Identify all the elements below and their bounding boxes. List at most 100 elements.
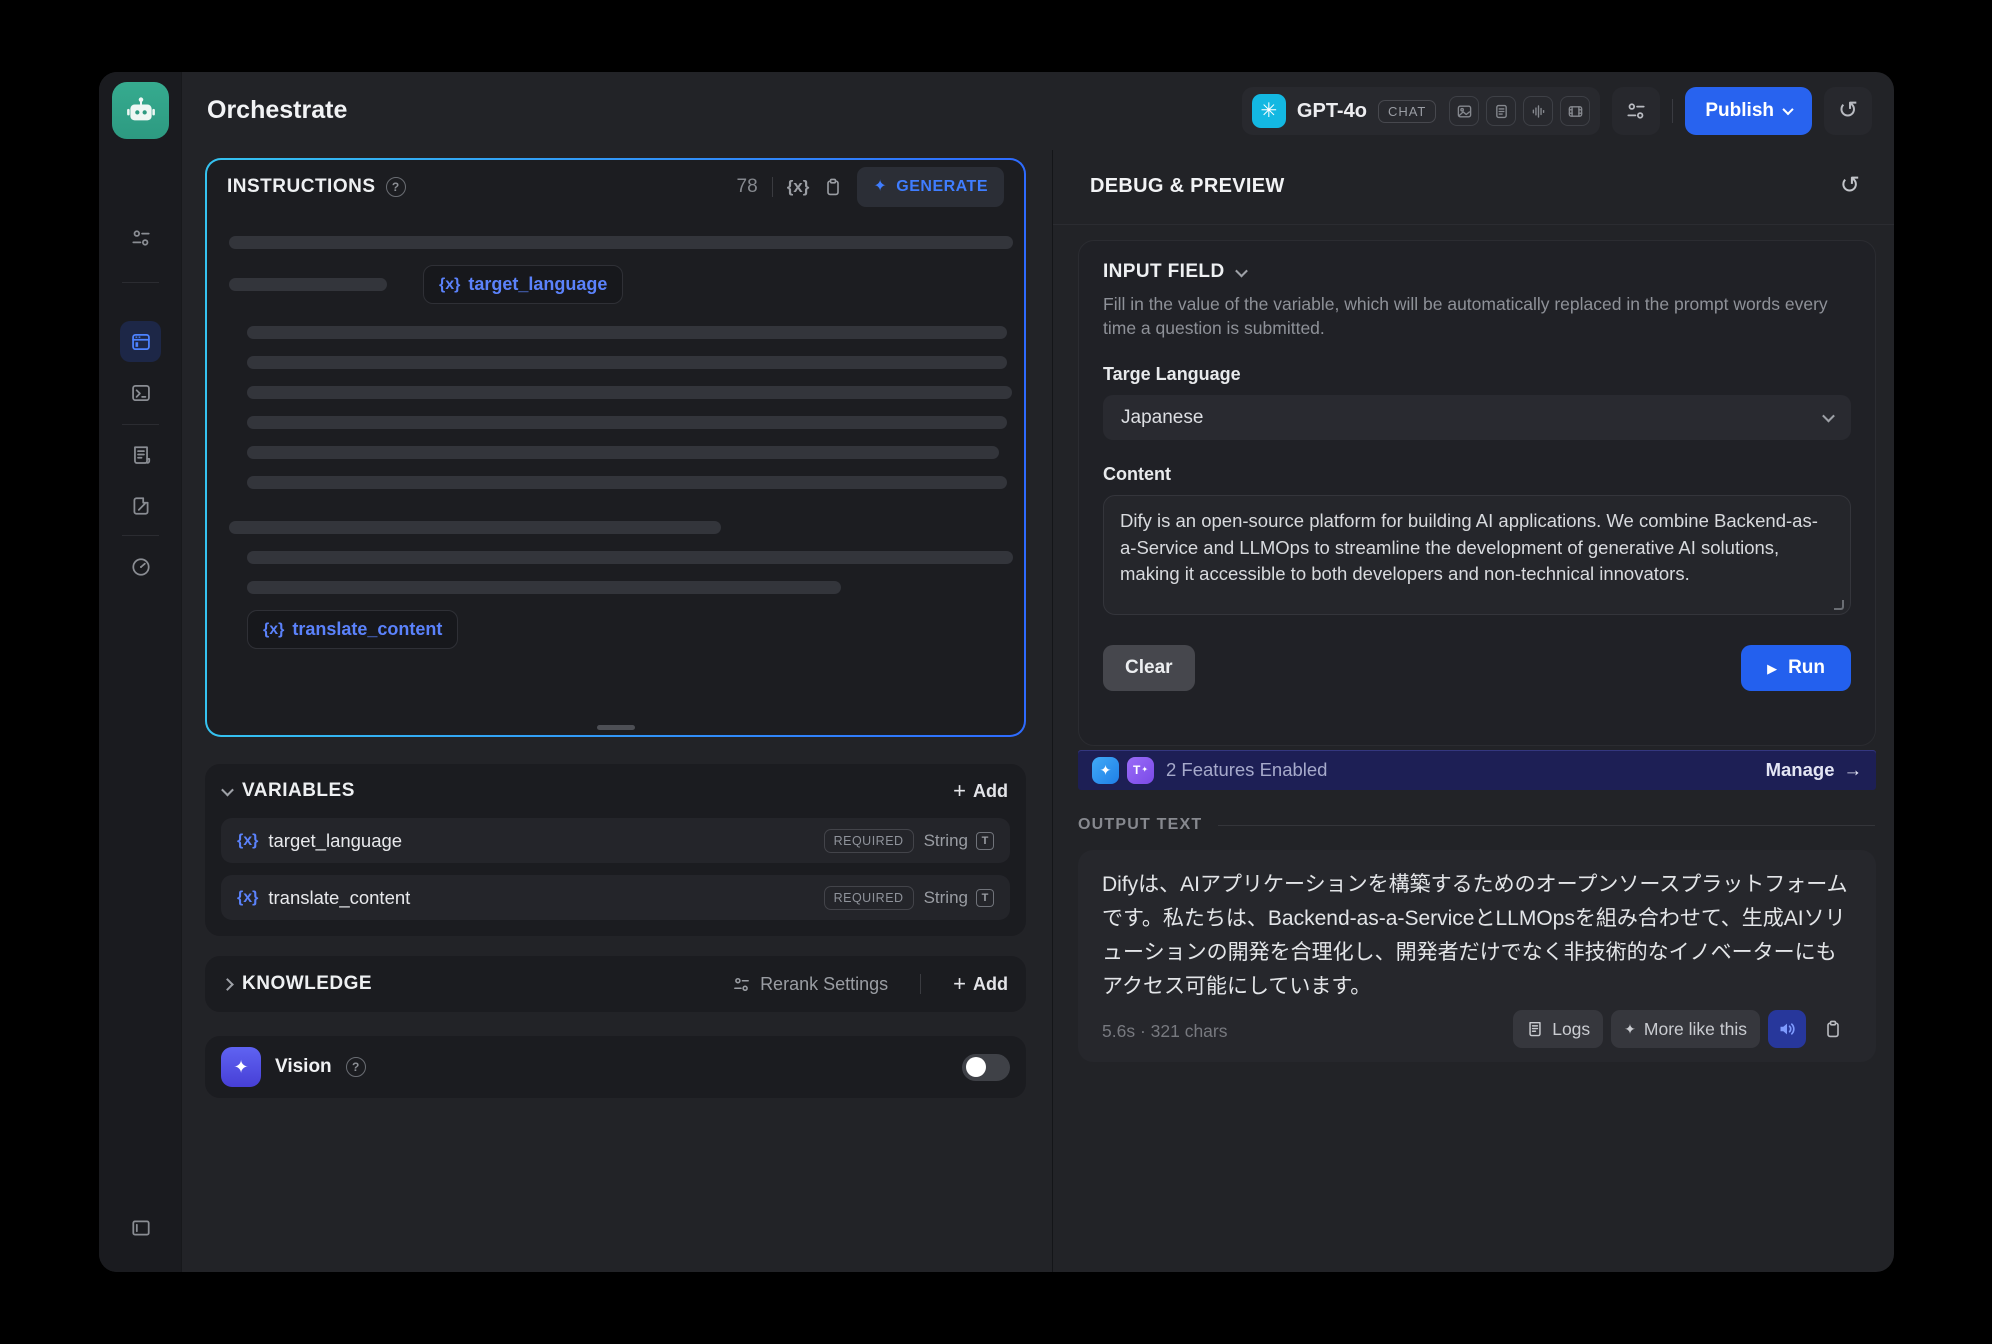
tools-divider [772,177,773,197]
robot-icon [124,94,158,128]
instructions-title: INSTRUCTIONS [227,176,376,198]
vision-feature-icon [221,1047,261,1087]
model-selector[interactable]: GPT-4o CHAT [1242,87,1600,135]
prompt-editor[interactable]: {x} target_language {x} [229,226,1002,715]
add-label: Add [973,781,1008,802]
generate-label: GENERATE [896,178,988,196]
restart-button[interactable] [1840,172,1860,200]
prompt-skeleton-line [247,446,999,459]
resize-handle-icon[interactable] [1834,600,1844,610]
orchestrate-pane: INSTRUCTIONS ? 78 {x} GENERATE [182,150,1052,1272]
sidebar-item-annotations[interactable] [120,485,161,526]
text-to-speech-button[interactable] [1768,1010,1806,1048]
sidebar-divider [122,535,159,536]
knowledge-title: KNOWLEDGE [242,973,372,995]
model-mode-badge: CHAT [1378,100,1436,123]
header-actions: GPT-4o CHAT Publish [1242,87,1872,135]
sliders-icon [130,227,152,249]
sparkle-icon [1624,1022,1636,1036]
refresh-icon [1840,174,1860,198]
sidebar-item-logs[interactable] [120,434,161,475]
rerank-settings-button[interactable]: Rerank Settings [732,974,888,995]
generate-button[interactable]: GENERATE [857,167,1004,207]
chevron-down-icon [221,783,234,796]
input-field-header[interactable]: INPUT FIELD [1103,261,1851,283]
debug-header: DEBUG & PREVIEW [1090,172,1860,200]
output-card: Difyは、AIアプリケーションを構築するためのオープンソースプラットフォームで… [1078,850,1876,1062]
prompt-skeleton-line [247,476,1007,489]
copy-output-button[interactable] [1814,1010,1852,1048]
page-title: Orchestrate [207,96,347,125]
variable-row[interactable]: {x} target_language REQUIRED String T [221,818,1010,863]
input-field-card: INPUT FIELD Fill in the value of the var… [1078,240,1876,746]
run-button[interactable]: Run [1741,645,1851,691]
collapse-panel-icon [130,1217,152,1239]
chevron-down-icon [1782,104,1793,115]
publish-label: Publish [1705,100,1774,122]
toggle-knob [966,1057,986,1077]
help-icon[interactable]: ? [386,177,406,197]
variable-chip-translate-content[interactable]: {x} translate_content [247,610,458,649]
variable-chip-target-language[interactable]: {x} target_language [423,265,623,304]
select-value: Japanese [1121,407,1203,429]
sidebar-item-terminal[interactable] [120,372,161,413]
speaker-icon [1777,1019,1797,1039]
insert-variable-icon[interactable]: {x} [787,177,810,197]
openai-icon [1252,94,1286,128]
sidebar-item-monitoring[interactable] [120,546,161,587]
variable-name: translate_content [268,887,410,909]
input-field-title: INPUT FIELD [1103,261,1225,283]
model-parameters-button[interactable] [1612,87,1660,135]
variable-token: {x} [237,889,258,907]
add-knowledge-button[interactable]: + Add [953,973,1008,995]
prompt-skeleton-line [229,236,1013,249]
chip-label: translate_content [292,619,442,640]
prompt-skeleton-line [229,521,721,534]
variable-row[interactable]: {x} translate_content REQUIRED String T [221,875,1010,920]
logs-icon [130,444,152,466]
variables-header[interactable]: VARIABLES + Add [205,764,1026,818]
history-button[interactable] [1824,87,1872,135]
clear-button[interactable]: Clear [1103,645,1195,691]
copy-prompt-button[interactable] [823,177,843,197]
help-icon[interactable]: ? [346,1057,366,1077]
chevron-down-icon [1822,410,1835,423]
debug-title: DEBUG & PREVIEW [1090,175,1285,198]
content-area: INSTRUCTIONS ? 78 {x} GENERATE [182,150,1894,1272]
output-section-header: OUTPUT TEXT [1078,816,1875,834]
prompt-skeleton-line [247,356,1007,369]
debug-header-divider [1053,224,1894,225]
prompt-skeleton-line [247,551,1013,564]
more-like-this-label: More like this [1644,1019,1747,1040]
sidebar-item-orchestrate[interactable] [120,321,161,362]
add-variable-button[interactable]: + Add [953,780,1008,802]
sidebar-collapse-button[interactable] [120,1207,161,1248]
output-text-label: OUTPUT TEXT [1078,816,1202,834]
panel-resize-handle[interactable] [597,725,635,730]
knowledge-header[interactable]: KNOWLEDGE Rerank Settings + Add [205,956,1026,1012]
variable-name: target_language [268,830,402,852]
prompt-line: {x} target_language [229,265,1002,304]
vision-panel: Vision ? [205,1036,1026,1098]
plus-icon: + [953,780,966,802]
manage-features-button[interactable]: Manage [1766,759,1862,781]
edit-document-icon [130,495,152,517]
sidebar-divider [122,424,159,425]
char-count: 78 [737,176,758,198]
vision-toggle[interactable] [962,1054,1010,1081]
manage-label: Manage [1766,759,1835,781]
publish-button[interactable]: Publish [1685,87,1812,135]
sidebar-item-settings[interactable] [120,217,161,258]
content-textarea[interactable]: Dify is an open-source platform for buil… [1103,495,1851,615]
play-icon [1767,662,1777,675]
prompt-line: {x} translate_content [247,610,1002,649]
content-label: Content [1103,464,1851,485]
logs-label: Logs [1552,1019,1590,1040]
logs-icon [1526,1020,1544,1038]
prompt-skeleton-line [247,326,1007,339]
more-like-this-button[interactable]: More like this [1611,1010,1760,1048]
app-robot-icon[interactable] [112,82,169,139]
logs-button[interactable]: Logs [1513,1010,1603,1048]
target-language-select[interactable]: Japanese [1103,395,1851,440]
text-to-speech-feature-icon: T [1127,757,1154,784]
